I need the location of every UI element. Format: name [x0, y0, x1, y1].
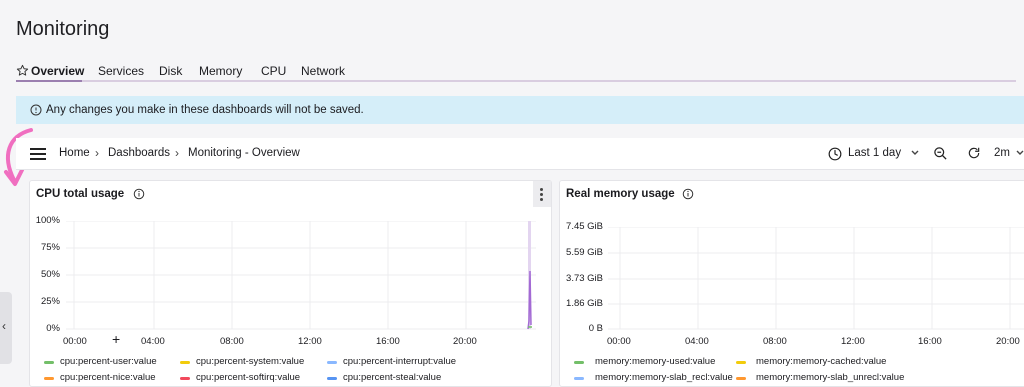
legend-swatch	[44, 361, 54, 364]
info-icon[interactable]	[682, 188, 694, 200]
y-tick-label: 75%	[40, 242, 60, 253]
legend-swatch	[180, 361, 190, 364]
tab-cpu[interactable]: CPU	[261, 64, 286, 78]
tab-network[interactable]: Network	[301, 64, 345, 78]
banner-text: Any changes you make in these dashboards…	[46, 104, 364, 116]
legend-item[interactable]: cpu:percent-interrupt:value	[343, 356, 456, 367]
panel-title: CPU total usage	[36, 188, 125, 200]
legend-item[interactable]: cpu:percent-softirq:value	[196, 372, 300, 383]
legend-swatch	[736, 377, 746, 380]
hamburger-menu-icon[interactable]	[30, 148, 46, 160]
page-title: Monitoring	[16, 18, 110, 40]
y-tick-label: 7.45 GiB	[566, 221, 603, 232]
memory-usage-panel: Real memory usage 7.45 GiB 5.59 GiB 3.73…	[559, 180, 1024, 387]
legend-swatch	[736, 361, 746, 364]
legend-item[interactable]: memory:memory-slab_unrecl:value	[756, 372, 904, 383]
legend-item[interactable]: memory:memory-slab_recl:value	[595, 372, 733, 383]
x-tick-label: 20:00	[996, 336, 1020, 347]
x-tick-label: 00:00	[63, 336, 87, 347]
breadcrumb-current: Monitoring - Overview	[188, 147, 300, 159]
breadcrumb-dashboards[interactable]: Dashboards	[108, 147, 170, 159]
info-banner: Any changes you make in these dashboards…	[16, 96, 1024, 124]
y-tick-label: 1.86 GiB	[566, 298, 603, 309]
tab-memory[interactable]: Memory	[199, 64, 242, 78]
x-tick-label: 12:00	[298, 336, 322, 347]
active-tab-indicator	[16, 80, 82, 82]
legend-swatch	[180, 377, 190, 380]
refresh-interval-picker[interactable]: 2m	[994, 147, 1010, 159]
cpu-usage-panel: CPU total usage 100% 75% 50% 25% 0% 00:0…	[29, 180, 552, 387]
breadcrumb-separator: ›	[175, 146, 179, 160]
cpu-chart-plot[interactable]	[66, 221, 536, 331]
info-icon[interactable]	[133, 188, 145, 200]
zoom-out-icon[interactable]	[933, 146, 948, 161]
tab-bar: Overview Services Disk Memory CPU Networ…	[16, 62, 1016, 82]
legend-item[interactable]: cpu:percent-user:value	[60, 356, 157, 367]
x-tick-label: 04:00	[141, 336, 165, 347]
chevron-left-icon: ‹	[2, 319, 6, 333]
x-tick-label: 08:00	[763, 336, 787, 347]
clock-icon[interactable]	[828, 147, 842, 161]
chevron-down-icon[interactable]	[911, 150, 919, 156]
legend-item[interactable]: memory:memory-used:value	[595, 356, 715, 367]
x-tick-label: 16:00	[918, 336, 942, 347]
sidebar-toggle[interactable]: ‹	[0, 292, 12, 364]
star-icon	[16, 64, 29, 76]
legend-swatch	[327, 361, 337, 364]
legend-item[interactable]: memory:memory-cached:value	[756, 356, 886, 367]
tab-overview[interactable]: Overview	[16, 64, 84, 78]
y-tick-label: 25%	[40, 296, 60, 307]
tab-label: Overview	[31, 64, 85, 78]
legend-swatch	[574, 377, 584, 380]
panel-title: Real memory usage	[566, 188, 675, 200]
legend-item[interactable]: cpu:percent-nice:value	[60, 372, 156, 383]
legend-swatch	[44, 377, 54, 380]
y-tick-label: 100%	[35, 215, 60, 226]
breadcrumb-home[interactable]: Home	[59, 147, 90, 159]
x-tick-label: 16:00	[376, 336, 400, 347]
legend-item[interactable]: cpu:percent-system:value	[196, 356, 304, 367]
legend-swatch	[574, 361, 584, 364]
y-tick-label: 50%	[40, 269, 60, 280]
dashboard-toolbar: Home › Dashboards › Monitoring - Overvie…	[16, 138, 1024, 170]
y-tick-label: 5.59 GiB	[566, 247, 603, 258]
y-tick-label: 0 B	[588, 323, 603, 334]
x-tick-label: 12:00	[841, 336, 865, 347]
info-icon	[30, 104, 42, 116]
y-tick-label: 3.73 GiB	[566, 273, 603, 284]
time-range-picker[interactable]: Last 1 day	[848, 147, 901, 159]
panel-menu-button[interactable]	[533, 181, 551, 207]
refresh-icon[interactable]	[967, 146, 981, 160]
legend-swatch	[327, 377, 337, 380]
legend-item[interactable]: cpu:percent-steal:value	[343, 372, 441, 383]
y-tick-label: 0%	[46, 323, 60, 334]
chevron-down-icon[interactable]	[1016, 150, 1024, 156]
x-tick-label: 08:00	[220, 336, 244, 347]
tab-disk[interactable]: Disk	[159, 64, 182, 78]
memory-chart-plot[interactable]	[608, 227, 1024, 331]
x-tick-label: 00:00	[607, 336, 631, 347]
x-tick-label: 04:00	[685, 336, 709, 347]
crosshair-cursor-icon: +	[112, 331, 121, 347]
tab-services[interactable]: Services	[98, 64, 144, 78]
x-tick-label: 20:00	[453, 336, 477, 347]
breadcrumb-separator: ›	[95, 146, 99, 160]
